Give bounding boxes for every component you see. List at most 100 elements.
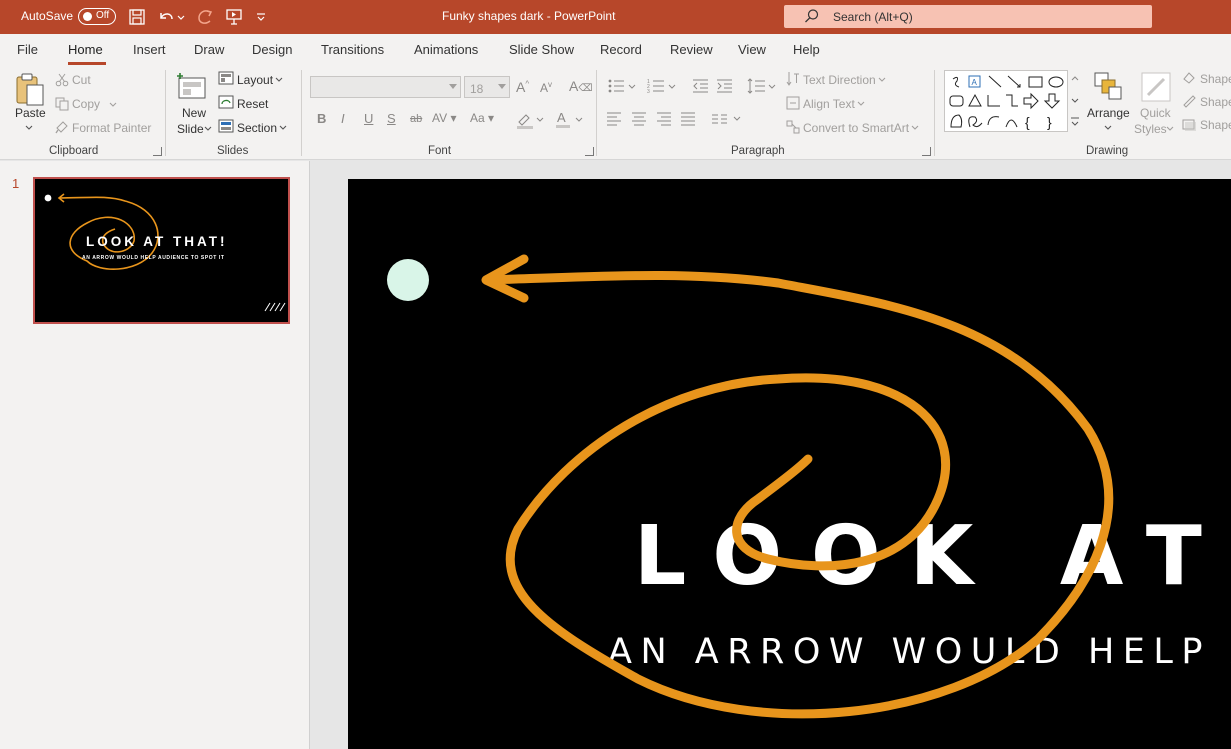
tab-file[interactable]: File xyxy=(17,42,38,57)
undo-dropdown-icon[interactable] xyxy=(176,7,186,27)
paste-icon[interactable] xyxy=(14,72,46,108)
shape-effects-icon xyxy=(1182,119,1196,131)
autosave-label: AutoSave xyxy=(21,9,74,23)
paste-dropdown-icon[interactable] xyxy=(24,124,34,132)
convert-to-smartart-button[interactable]: Convert to SmartArt xyxy=(803,121,909,135)
tab-transitions[interactable]: Transitions xyxy=(321,42,384,57)
layout-icon xyxy=(218,71,234,85)
quick-styles-button[interactable]: Quick xyxy=(1140,106,1171,120)
tab-record[interactable]: Record xyxy=(600,42,642,57)
bullets-icon xyxy=(608,79,636,93)
decrease-font-size-icon[interactable]: Av xyxy=(540,80,552,95)
tab-draw[interactable]: Draw xyxy=(194,42,224,57)
format-painter-button[interactable]: Format Painter xyxy=(72,121,151,135)
underline-icon[interactable]: U xyxy=(364,111,373,126)
tab-slide-show[interactable]: Slide Show xyxy=(509,42,574,57)
svg-text:3: 3 xyxy=(647,89,650,95)
save-icon[interactable] xyxy=(127,7,147,27)
align-text-dropdown-icon[interactable] xyxy=(856,100,866,108)
ribbon-divider xyxy=(934,70,935,156)
reset-button[interactable]: Reset xyxy=(237,97,268,111)
customize-toolbar-icon[interactable] xyxy=(254,7,268,27)
slide-1[interactable]: LOOK AT THAT! AN ARROW WOULD HELP AUDIEN… xyxy=(348,179,1231,749)
copy-dropdown-icon[interactable] xyxy=(108,101,118,109)
search-box[interactable]: Search (Alt+Q) xyxy=(784,5,1152,28)
new-slide-button-line2[interactable]: Slide xyxy=(177,122,204,136)
title-bar: AutoSave Off Funky shapes dark - PowerPo… xyxy=(0,0,1231,34)
align-right-icon xyxy=(657,112,671,126)
slide-thumbnail[interactable]: LOOK AT THAT! AN ARROW WOULD HELP AUDIEN… xyxy=(33,177,290,324)
numbering-icon: 123 xyxy=(647,79,676,95)
new-slide-button[interactable]: New xyxy=(182,106,206,120)
highlight-icon[interactable] xyxy=(515,111,547,129)
section-button[interactable]: Section xyxy=(237,121,277,135)
quick-styles-dropdown-icon[interactable] xyxy=(1165,125,1175,133)
clipboard-launcher-icon[interactable] xyxy=(153,147,162,156)
clear-formatting-icon[interactable]: A⌫ xyxy=(569,78,592,94)
spiral-arrow-drawing[interactable] xyxy=(348,179,1231,749)
character-spacing-icon[interactable]: AV ▾ xyxy=(432,111,456,125)
bold-icon[interactable]: B xyxy=(317,111,326,126)
text-direction-button[interactable]: Text Direction xyxy=(803,73,876,87)
autosave-toggle[interactable]: Off xyxy=(78,8,116,25)
shape-fill-button[interactable]: Shape xyxy=(1200,72,1231,86)
shape-outline-button[interactable]: Shape xyxy=(1200,95,1231,109)
quick-styles-icon[interactable] xyxy=(1140,71,1172,103)
search-icon xyxy=(805,9,819,23)
highlight-dot[interactable] xyxy=(387,259,429,301)
present-icon[interactable] xyxy=(224,7,244,27)
font-group-label: Font xyxy=(428,145,452,157)
font-launcher-icon[interactable] xyxy=(585,147,594,156)
paste-button[interactable]: Paste xyxy=(15,106,46,120)
slides-group-label: Slides xyxy=(217,145,249,157)
spiral-arrow-path xyxy=(483,270,1114,719)
autosave-state: Off xyxy=(96,10,110,21)
tab-review[interactable]: Review xyxy=(670,42,713,57)
shapes-gallery[interactable]: A { } xyxy=(944,70,1082,132)
cut-button[interactable]: Cut xyxy=(72,73,91,87)
quick-styles-button-line2[interactable]: Styles xyxy=(1134,122,1167,136)
smartart-dropdown-icon[interactable] xyxy=(910,124,920,132)
ribbon: Paste Cut Copy Format Painter Clipboard … xyxy=(0,66,1231,160)
paragraph-launcher-icon[interactable] xyxy=(922,147,931,156)
text-shadow-icon[interactable]: S xyxy=(387,111,396,126)
align-text-button[interactable]: Align Text xyxy=(803,97,855,111)
copy-button[interactable]: Copy xyxy=(72,97,100,111)
undo-icon[interactable] xyxy=(156,7,176,27)
chevron-down-icon xyxy=(498,84,506,89)
increase-font-size-icon[interactable]: A^ xyxy=(516,79,529,95)
change-case-icon[interactable]: Aa ▾ xyxy=(470,111,494,125)
font-size-value: 18 xyxy=(470,82,484,96)
font-color-icon[interactable]: A xyxy=(555,110,587,129)
strikethrough-icon[interactable]: ab xyxy=(410,113,422,125)
text-direction-dropdown-icon[interactable] xyxy=(877,76,887,84)
ribbon-tabs: File Home Insert Draw Design Transitions… xyxy=(0,34,1231,66)
copy-icon xyxy=(55,97,69,111)
list-buttons: 123 xyxy=(608,78,776,95)
arrange-dropdown-icon[interactable] xyxy=(1103,124,1113,132)
thumbnail-arrow-drawing xyxy=(44,193,286,312)
tab-insert[interactable]: Insert xyxy=(133,42,166,57)
layout-button[interactable]: Layout xyxy=(237,73,273,87)
arrange-button[interactable]: Arrange xyxy=(1087,106,1130,120)
arrange-icon[interactable] xyxy=(1093,71,1123,101)
shapes-gallery-scrollbar[interactable] xyxy=(1067,70,1082,132)
tab-help[interactable]: Help xyxy=(793,42,820,57)
shape-effects-button[interactable]: Shape xyxy=(1200,118,1231,132)
svg-text:}: } xyxy=(1047,114,1052,130)
tab-home[interactable]: Home xyxy=(68,42,103,57)
tab-animations[interactable]: Animations xyxy=(414,42,478,57)
svg-text:{: { xyxy=(1025,114,1030,130)
new-slide-dropdown-icon[interactable] xyxy=(203,125,213,133)
tab-view[interactable]: View xyxy=(738,42,766,57)
layout-dropdown-icon[interactable] xyxy=(274,76,284,84)
redo-icon[interactable] xyxy=(195,7,215,27)
new-slide-icon[interactable] xyxy=(177,72,209,102)
section-dropdown-icon[interactable] xyxy=(278,124,288,132)
toggle-knob xyxy=(83,12,92,21)
align-left-icon xyxy=(607,112,621,126)
tab-design[interactable]: Design xyxy=(252,42,292,57)
italic-icon[interactable]: I xyxy=(341,111,345,126)
font-name-dropdown[interactable] xyxy=(310,76,461,98)
paragraph-group-label: Paragraph xyxy=(731,145,785,157)
